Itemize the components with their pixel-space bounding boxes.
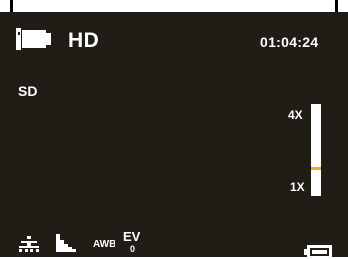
metering-icon [19, 236, 39, 252]
svg-text:0: 0 [130, 244, 135, 254]
zoom-max-label: 4X [288, 108, 303, 122]
zoom-min-label: 1X [290, 180, 305, 194]
frame-top-line [10, 0, 13, 12]
svg-text:EV: EV [123, 229, 141, 244]
video-camera-icon [16, 28, 51, 50]
recording-timer: 01:04:24 [260, 34, 319, 50]
camera-viewfinder-screen: HD 01:04:24 SD 4X 1X AWB EV 0 [0, 12, 348, 259]
zoom-level-marker [311, 167, 321, 170]
resolution-label: HD [68, 29, 100, 52]
zoom-scale-bar [311, 104, 321, 196]
ev-icon: EV 0 [123, 229, 141, 254]
frame-top-line [335, 0, 338, 12]
storage-indicator: SD [18, 83, 38, 99]
awb-icon: AWB [93, 239, 115, 250]
svg-text:AWB: AWB [93, 239, 115, 250]
histogram-icon [56, 234, 76, 252]
